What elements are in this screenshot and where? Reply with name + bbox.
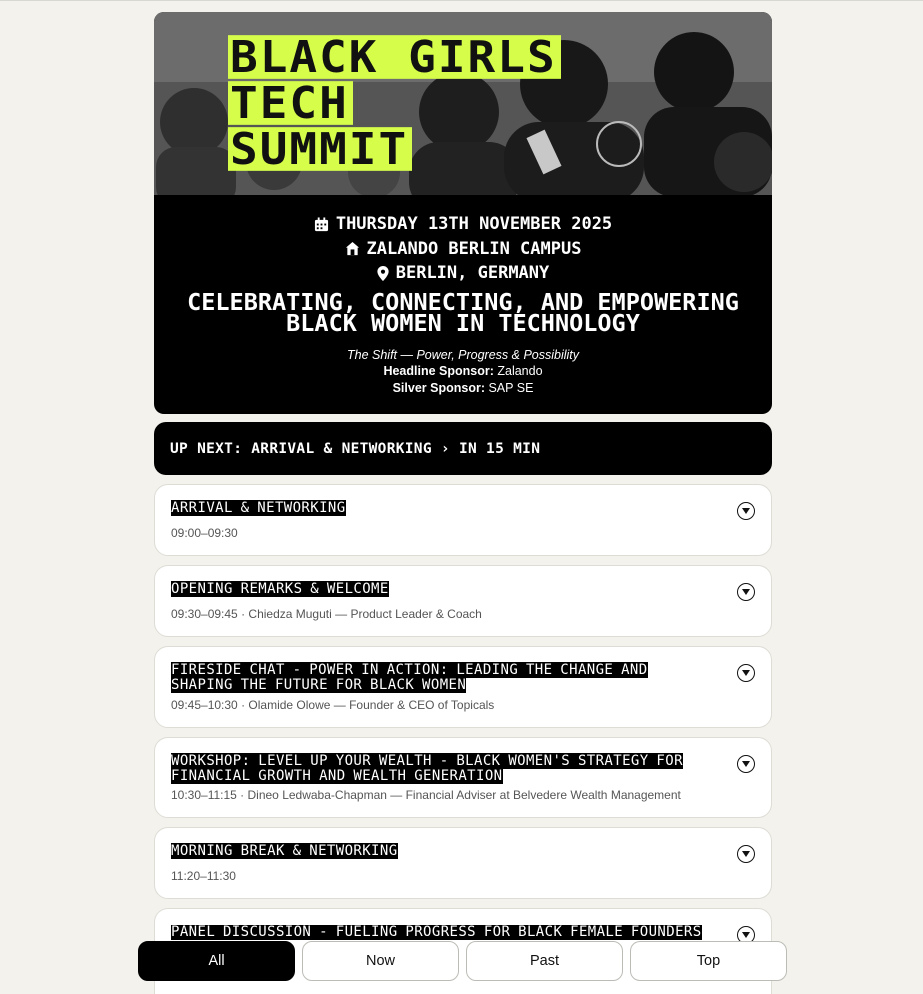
session-title: Workshop: Level Up Your Wealth - Black W…	[171, 753, 683, 784]
event-tagline: Celebrating, connecting, and empowering …	[187, 287, 739, 337]
chevron-down-icon[interactable]	[737, 502, 755, 520]
session-meta: 09:45–10:30 · Olamide Olowe — Founder & …	[171, 698, 495, 712]
session-card[interactable]: Opening Remarks & Welcome 09:30–09:45 · …	[154, 565, 772, 637]
silver-sponsor: Silver Sponsor: SAP SE	[392, 381, 534, 395]
event-hero-card: BLACK GIRLS TECH SUMMIT Thursday 13th No…	[154, 12, 772, 414]
event-location: Berlin, Germany	[154, 261, 772, 286]
calendar-icon	[314, 217, 328, 231]
session-meta: 11:20–11:30	[171, 869, 236, 883]
session-card[interactable]: Workshop: Level Up Your Wealth - Black W…	[154, 737, 772, 818]
session-title: Arrival & Networking	[171, 500, 346, 516]
event-theme: The Shift — Power, Progress & Possibilit…	[346, 347, 580, 362]
session-card[interactable]: Arrival & Networking 09:00–09:30	[154, 484, 772, 556]
summit-logo: BLACK GIRLS TECH SUMMIT	[228, 34, 561, 172]
session-title: Morning Break & Networking	[171, 843, 398, 859]
map-pin-icon	[377, 265, 389, 281]
headline-sponsor: Headline Sponsor: Zalando	[383, 364, 543, 378]
session-card[interactable]: Fireside Chat - Power in Action: Leading…	[154, 646, 772, 728]
filter-past-button[interactable]: Past	[466, 941, 623, 981]
filter-all-button[interactable]: All	[138, 941, 295, 981]
session-meta: 10:30–11:15 · Dineo Ledwaba-Chapman — Fi…	[171, 788, 681, 802]
session-title: Opening Remarks & Welcome	[171, 581, 389, 597]
session-meta: 09:30–09:45 · Chiedza Muguti — Product L…	[171, 607, 482, 621]
event-info: Thursday 13th November 2025 Zalando Berl…	[154, 212, 772, 397]
session-title: Fireside Chat - Power in Action: Leading…	[171, 662, 648, 693]
hero-photo: BLACK GIRLS TECH SUMMIT	[154, 12, 772, 195]
event-date: Thursday 13th November 2025	[154, 212, 772, 237]
chevron-down-icon[interactable]	[737, 755, 755, 773]
building-icon	[345, 242, 359, 256]
chevron-down-icon[interactable]	[737, 845, 755, 863]
session-title: Panel Discussion - Fueling Progress for …	[171, 925, 702, 940]
chevron-down-icon[interactable]	[737, 583, 755, 601]
scroll-top-button[interactable]: Top	[630, 941, 787, 981]
session-card[interactable]: Morning Break & Networking 11:20–11:30	[154, 827, 772, 899]
chevron-down-icon[interactable]	[737, 664, 755, 682]
event-venue: Zalando Berlin Campus	[154, 237, 772, 262]
filter-now-button[interactable]: Now	[302, 941, 459, 981]
up-next-banner[interactable]: Up next: Arrival & Networking › in 15 mi…	[154, 422, 772, 475]
session-meta: 09:00–09:30	[171, 526, 238, 540]
